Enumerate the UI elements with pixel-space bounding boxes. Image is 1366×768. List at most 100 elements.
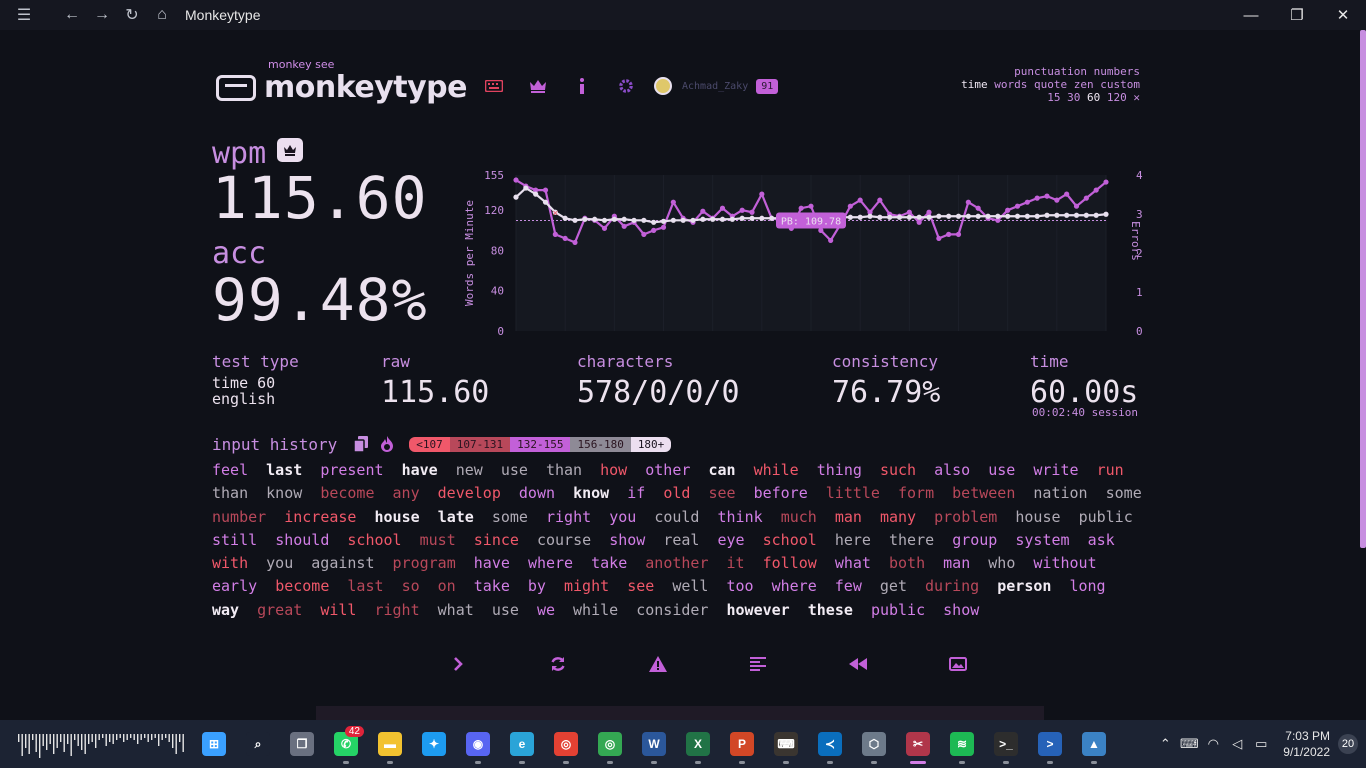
history-word[interactable]: while bbox=[573, 601, 618, 619]
taskbar-file-explorer[interactable]: ▬ bbox=[368, 720, 412, 768]
history-word[interactable]: number bbox=[212, 508, 266, 526]
replay-rewind-icon[interactable] bbox=[808, 650, 908, 678]
history-word[interactable]: take bbox=[474, 577, 510, 595]
history-word[interactable]: follow bbox=[763, 554, 817, 572]
history-word[interactable]: problem bbox=[934, 508, 997, 526]
history-word[interactable]: way bbox=[212, 601, 239, 619]
history-word[interactable]: should bbox=[275, 531, 329, 549]
history-word[interactable]: however bbox=[727, 601, 790, 619]
taskbar-search[interactable]: ⌕ bbox=[236, 720, 280, 768]
history-word[interactable]: so bbox=[402, 577, 420, 595]
history-word[interactable]: run bbox=[1097, 461, 1124, 479]
history-word[interactable]: increase bbox=[284, 508, 356, 526]
history-word[interactable]: some bbox=[1106, 484, 1142, 502]
leaderboard-crown-icon[interactable] bbox=[516, 74, 560, 98]
close-button[interactable]: ✕ bbox=[1320, 0, 1366, 30]
taskbar-discord[interactable]: ◉ bbox=[456, 720, 500, 768]
history-word[interactable]: use bbox=[492, 601, 519, 619]
taskbar-powershell[interactable]: > bbox=[1028, 720, 1072, 768]
keyboard-layout-icon[interactable]: ⌨ bbox=[1177, 736, 1201, 752]
mode-option-punctuation[interactable]: punctuation bbox=[1014, 65, 1087, 78]
taskbar-monkeytype-app[interactable]: ⌨ bbox=[764, 720, 808, 768]
clock[interactable]: 7:03 PM 9/1/2022 bbox=[1283, 728, 1330, 760]
history-word[interactable]: here bbox=[835, 531, 871, 549]
history-word[interactable]: much bbox=[781, 508, 817, 526]
history-word[interactable]: what bbox=[438, 601, 474, 619]
history-word[interactable]: too bbox=[726, 577, 753, 595]
taskbar-chrome-profile[interactable]: ◎ bbox=[588, 720, 632, 768]
history-word[interactable]: you bbox=[609, 508, 636, 526]
taskbar-snipping-tool[interactable]: ✂ bbox=[896, 720, 940, 768]
history-word[interactable]: know bbox=[573, 484, 609, 502]
taskbar-edge[interactable]: e bbox=[500, 720, 544, 768]
info-icon[interactable] bbox=[560, 74, 604, 98]
taskbar-vscode[interactable]: ≺ bbox=[808, 720, 852, 768]
mode-option-numbers[interactable]: numbers bbox=[1094, 65, 1140, 78]
history-word[interactable]: than bbox=[212, 484, 248, 502]
history-word[interactable]: by bbox=[528, 577, 546, 595]
history-word[interactable]: right bbox=[374, 601, 419, 619]
history-word[interactable]: become bbox=[275, 577, 329, 595]
history-word[interactable]: might bbox=[564, 577, 609, 595]
report-warning-icon[interactable] bbox=[608, 650, 708, 678]
history-word[interactable]: we bbox=[537, 601, 555, 619]
back-icon[interactable]: ← bbox=[57, 0, 87, 30]
restart-icon[interactable] bbox=[508, 650, 608, 678]
history-word[interactable]: right bbox=[546, 508, 591, 526]
keyboard-icon[interactable] bbox=[472, 74, 516, 98]
mode-option-time[interactable]: time bbox=[961, 78, 988, 91]
history-word[interactable]: group bbox=[952, 531, 997, 549]
history-word[interactable]: course bbox=[537, 531, 591, 549]
history-word[interactable]: little bbox=[826, 484, 880, 502]
history-word[interactable]: you bbox=[266, 554, 293, 572]
history-word[interactable]: late bbox=[438, 508, 474, 526]
minimize-button[interactable]: — bbox=[1228, 0, 1274, 30]
history-word[interactable]: if bbox=[627, 484, 645, 502]
notification-count[interactable]: 20 bbox=[1338, 734, 1358, 754]
history-word[interactable]: become bbox=[320, 484, 374, 502]
burst-heatmap-fire-icon[interactable] bbox=[377, 434, 397, 454]
battery-icon[interactable]: ▭ bbox=[1249, 736, 1273, 752]
custom-time-wrench-icon[interactable]: ✕ bbox=[1133, 91, 1140, 104]
history-word[interactable]: these bbox=[808, 601, 853, 619]
mode-option-zen[interactable]: zen bbox=[1074, 78, 1094, 91]
history-word[interactable]: house bbox=[1015, 508, 1060, 526]
menu-icon[interactable]: ☰ bbox=[9, 0, 39, 30]
taskbar-virtualbox[interactable]: ⬡ bbox=[852, 720, 896, 768]
time-option-120[interactable]: 120 bbox=[1107, 91, 1127, 104]
history-word[interactable]: get bbox=[880, 577, 907, 595]
history-word[interactable]: see bbox=[627, 577, 654, 595]
history-word[interactable]: school bbox=[347, 531, 401, 549]
history-word[interactable]: any bbox=[393, 484, 420, 502]
history-word[interactable]: it bbox=[727, 554, 745, 572]
chevron-up-icon[interactable]: ⌃ bbox=[1153, 736, 1177, 752]
history-word[interactable]: before bbox=[754, 484, 808, 502]
history-word[interactable]: public bbox=[871, 601, 925, 619]
history-word[interactable]: there bbox=[889, 531, 934, 549]
history-word[interactable]: see bbox=[708, 484, 735, 502]
history-word[interactable]: show bbox=[943, 601, 979, 619]
taskbar-powerpoint[interactable]: P bbox=[720, 720, 764, 768]
mode-option-custom[interactable]: custom bbox=[1100, 78, 1140, 91]
history-word[interactable]: eye bbox=[718, 531, 745, 549]
history-word[interactable]: since bbox=[474, 531, 519, 549]
history-word[interactable]: last bbox=[266, 461, 302, 479]
history-word[interactable]: new bbox=[456, 461, 483, 479]
history-word[interactable]: while bbox=[754, 461, 799, 479]
history-word[interactable]: old bbox=[663, 484, 690, 502]
history-word[interactable]: some bbox=[492, 508, 528, 526]
history-word[interactable]: without bbox=[1033, 554, 1096, 572]
history-word[interactable]: many bbox=[880, 508, 916, 526]
history-word[interactable]: on bbox=[438, 577, 456, 595]
history-word[interactable]: use bbox=[501, 461, 528, 479]
history-word[interactable]: how bbox=[600, 461, 627, 479]
taskbar-photos[interactable]: ▲ bbox=[1072, 720, 1116, 768]
taskbar-excel[interactable]: X bbox=[676, 720, 720, 768]
home-icon[interactable]: ⌂ bbox=[147, 0, 177, 30]
words-history-list-icon[interactable] bbox=[708, 650, 808, 678]
volume-icon[interactable]: ◁ bbox=[1225, 736, 1249, 752]
restore-button[interactable]: ❐ bbox=[1274, 0, 1320, 30]
taskbar-chrome[interactable]: ◎ bbox=[544, 720, 588, 768]
history-word[interactable]: what bbox=[835, 554, 871, 572]
taskbar-twitter[interactable]: ✦ bbox=[412, 720, 456, 768]
